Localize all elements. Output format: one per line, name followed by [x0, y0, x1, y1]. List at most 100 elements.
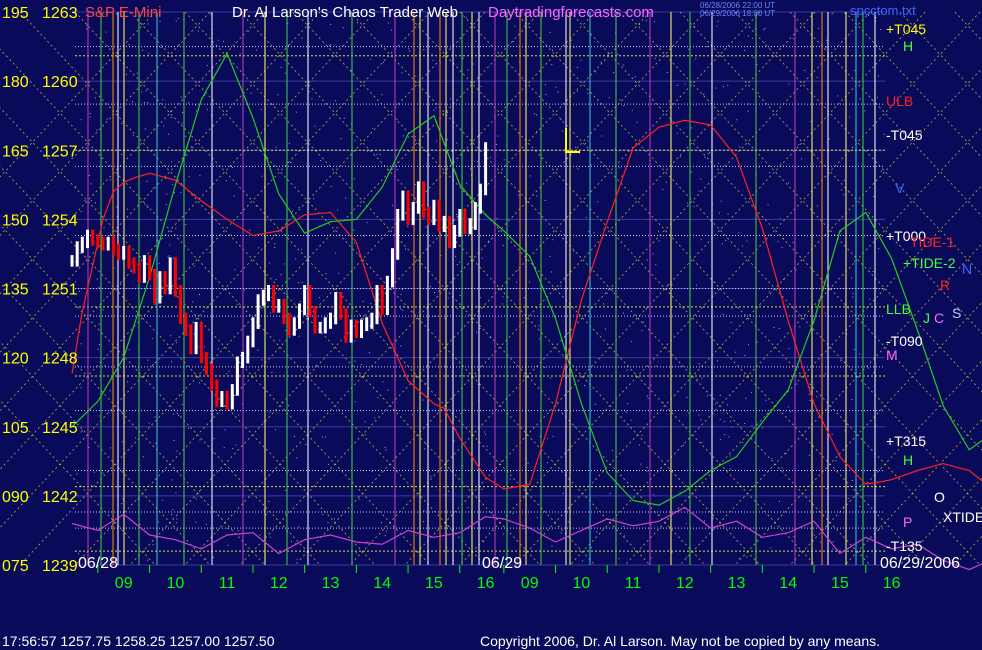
star-dot: [144, 128, 146, 130]
price-bar: [261, 289, 265, 306]
star-dot: [550, 377, 551, 379]
price-bar: [339, 292, 343, 320]
star-dot: [298, 335, 300, 337]
star-dot: [175, 227, 177, 229]
star-dot: [742, 442, 744, 444]
star-dot: [290, 161, 292, 163]
star-dot: [370, 303, 372, 305]
star-dot: [163, 125, 165, 127]
star-dot: [744, 355, 746, 356]
star-dot: [751, 425, 753, 427]
star-dot: [275, 279, 277, 281]
right-label: -T045: [886, 127, 923, 143]
price-bar: [256, 294, 260, 329]
star-dot: [748, 344, 749, 346]
star-dot: [354, 360, 356, 362]
star-dot: [147, 102, 149, 104]
x-tick-label: 12: [676, 575, 694, 592]
star-dot: [322, 514, 324, 515]
star-dot: [709, 152, 710, 154]
star-dot: [381, 94, 383, 96]
star-dot: [180, 191, 182, 193]
star-dot: [433, 315, 435, 317]
price-bar: [75, 241, 79, 267]
x-tick-label: 12: [270, 575, 288, 592]
star-dot: [647, 397, 649, 399]
star-dot: [547, 462, 548, 464]
star-dot: [234, 269, 236, 271]
x-tick-label: 09: [115, 575, 133, 592]
star-dot: [181, 122, 183, 124]
star-dot: [402, 289, 403, 291]
star-dot: [379, 153, 381, 155]
star-dot: [544, 366, 546, 368]
star-dot: [560, 230, 562, 232]
star-dot: [484, 431, 486, 433]
star-dot: [623, 525, 625, 527]
star-dot: [718, 212, 720, 214]
right-label: ULB: [886, 93, 913, 109]
star-dot: [642, 321, 644, 323]
star-dot: [110, 179, 112, 181]
star-dot: [261, 359, 263, 361]
star-dot: [338, 272, 340, 274]
star-dot: [75, 186, 77, 188]
star-dot: [490, 512, 492, 514]
star-dot: [703, 93, 705, 95]
star-dot: [538, 529, 540, 531]
star-dot: [86, 28, 88, 30]
star-dot: [502, 533, 504, 535]
star-dot: [203, 346, 205, 348]
star-dot: [577, 168, 579, 170]
star-dot: [358, 254, 360, 256]
star-dot: [213, 437, 215, 439]
price-bar: [380, 285, 384, 315]
star-dot: [171, 361, 172, 363]
star-dot: [144, 203, 146, 205]
star-dot: [809, 400, 811, 401]
star-dot: [353, 178, 355, 180]
y-tick-label-price: 1263: [42, 5, 78, 22]
star-dot: [738, 557, 740, 559]
right-label: J: [923, 310, 930, 326]
star-dot: [873, 195, 875, 197]
star-dot: [533, 113, 535, 115]
star-dot: [523, 528, 525, 530]
star-dot: [176, 522, 178, 524]
star-dot: [639, 444, 640, 446]
star-dot: [767, 204, 769, 206]
star-dot: [195, 521, 197, 523]
star-dot: [178, 414, 180, 416]
star-dot: [296, 558, 298, 560]
star-dot: [340, 138, 342, 140]
star-dot: [719, 418, 721, 420]
x-tick-label: 11: [219, 575, 236, 592]
star-dot: [731, 307, 733, 309]
star-dot: [248, 30, 250, 32]
star-dot: [147, 207, 149, 208]
star-dot: [779, 500, 780, 502]
star-dot: [97, 348, 99, 350]
star-dot: [724, 434, 726, 436]
price-bar: [80, 236, 84, 253]
star-dot: [364, 434, 366, 436]
star-dot: [89, 116, 91, 118]
star-dot: [634, 76, 636, 78]
star-dot: [684, 83, 686, 85]
star-dot: [700, 178, 702, 180]
price-bar: [375, 285, 379, 325]
price-bar: [437, 199, 441, 233]
star-dot: [257, 349, 259, 351]
price-bar: [173, 257, 177, 297]
star-dot: [121, 154, 122, 155]
star-dot: [857, 453, 859, 455]
star-dot: [121, 503, 123, 505]
star-dot: [840, 231, 842, 233]
star-dot: [746, 240, 748, 242]
star-dot: [152, 187, 154, 189]
star-dot: [309, 354, 311, 356]
star-dot: [255, 49, 257, 51]
star-dot: [308, 91, 310, 93]
star-dot: [778, 328, 780, 329]
star-dot: [407, 225, 409, 227]
